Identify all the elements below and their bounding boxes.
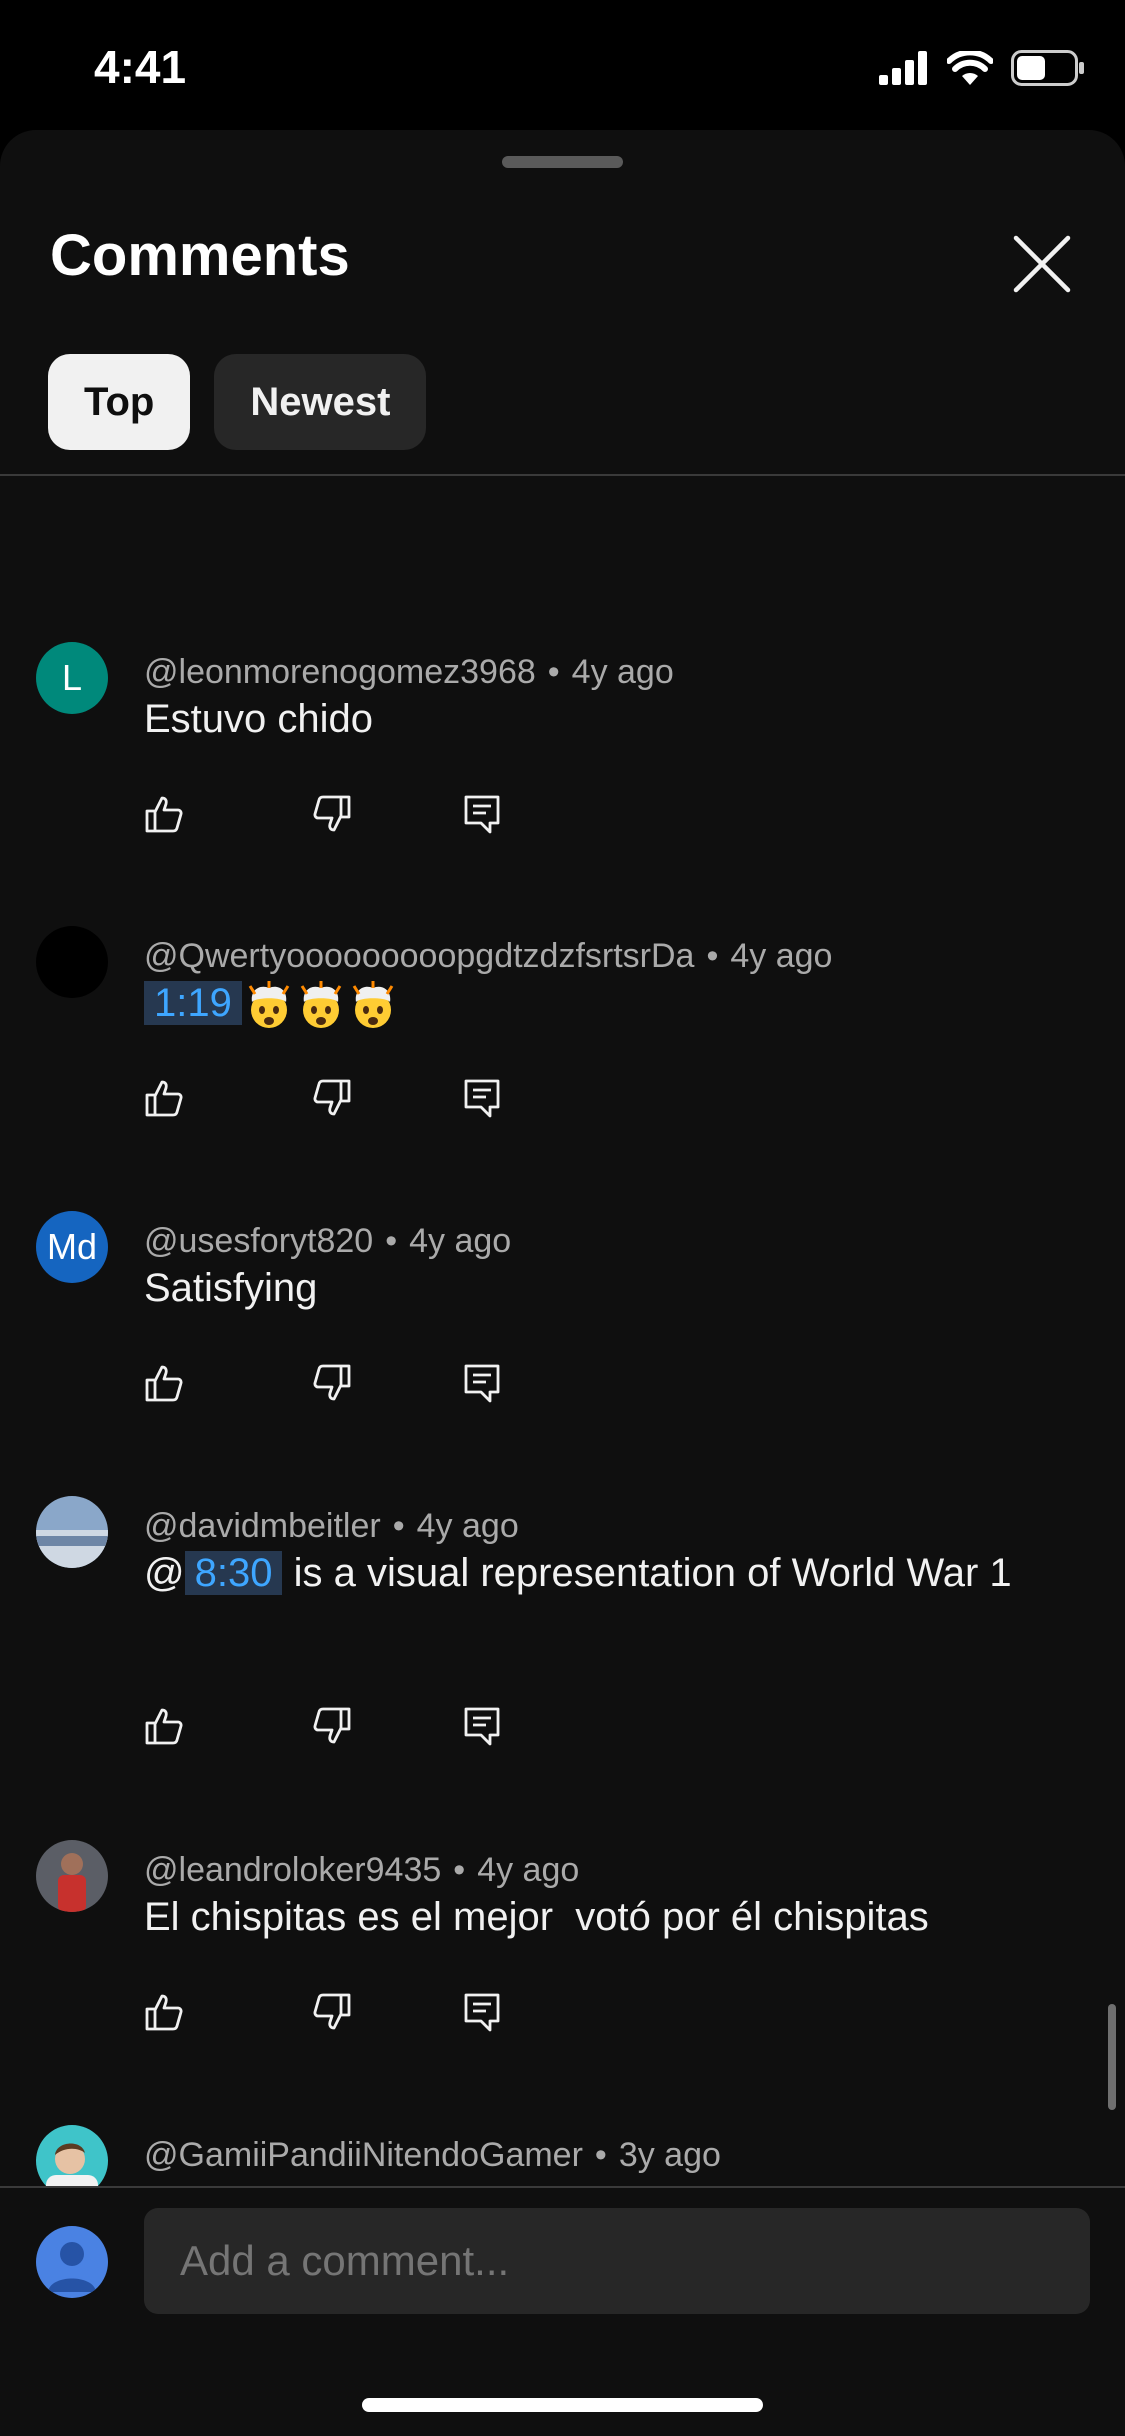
drag-handle[interactable] [502, 156, 623, 168]
like-button[interactable] [144, 794, 312, 834]
dislike-button[interactable] [312, 1992, 462, 2032]
like-button[interactable] [144, 1078, 312, 1118]
separator-dot: • [392, 1506, 405, 1545]
sort-chip-top[interactable]: Top [48, 354, 191, 450]
comment-author[interactable]: @GamiiPandiiNitendoGamer [144, 2136, 583, 2175]
reply-icon [464, 795, 500, 834]
comment-age: 4y ago [416, 1506, 519, 1545]
comment-author[interactable]: @leandroloker9435 [144, 1851, 441, 1890]
reply-button[interactable] [462, 1992, 502, 2032]
comment-text: @8:30 is a visual representation of Worl… [144, 1544, 1014, 1602]
dislike-icon [313, 795, 351, 832]
comment-actions [144, 1982, 502, 2042]
separator-dot: • [385, 1221, 398, 1260]
comment-actions [144, 1068, 502, 1128]
comment-author[interactable]: @usesforyt820 [144, 1222, 373, 1261]
dislike-button[interactable] [312, 1078, 462, 1118]
comment-author[interactable]: @QwertyooooooooopgdtzdzfsrtsrDa [144, 937, 694, 976]
reply-button[interactable] [462, 1078, 502, 1118]
comments-sheet: Comments Top Newest L @leonmorenogomez39… [0, 130, 1125, 2436]
like-button[interactable] [144, 1363, 312, 1403]
comment-actions [144, 1696, 502, 1756]
user-avatar-icon[interactable] [36, 2226, 108, 2298]
status-icons [879, 48, 1085, 91]
comment-actions [144, 1353, 502, 1413]
comment-author[interactable]: @davidmbeitler [144, 1507, 381, 1546]
like-icon [145, 1994, 183, 2031]
sort-chip-newest[interactable]: Newest [214, 354, 427, 450]
exploding-head-emoji [242, 981, 294, 1029]
comment-age: 4y ago [730, 936, 833, 975]
comment-author[interactable]: @leonmorenogomez3968 [144, 653, 536, 692]
comment-age: 4y ago [477, 1850, 580, 1889]
reply-button[interactable] [462, 1363, 502, 1403]
like-button[interactable] [144, 1992, 312, 2032]
signal-icon [879, 50, 929, 90]
comment-actions [144, 784, 502, 844]
like-icon [145, 1080, 183, 1117]
separator-dot: • [706, 936, 719, 975]
comment-text: Satisfying [144, 1266, 318, 1310]
separator-dot: • [453, 1850, 466, 1889]
comment-age: 4y ago [409, 1221, 512, 1260]
close-icon [1013, 235, 1071, 293]
reply-button[interactable] [462, 1706, 502, 1746]
dislike-icon [313, 1707, 351, 1744]
avatar[interactable] [36, 926, 108, 998]
exploding-head-emoji [346, 981, 398, 1029]
avatar-letter: L [61, 657, 83, 698]
timestamp-link[interactable]: 1:19 [144, 981, 242, 1025]
wifi-icon [946, 48, 994, 90]
comment-text: Estuvo chido [144, 697, 374, 741]
separator-dot: • [547, 652, 560, 691]
scrollbar[interactable] [1108, 2004, 1116, 2110]
comment-age: 4y ago [571, 652, 674, 691]
battery-icon [1011, 49, 1085, 91]
timestamp-link[interactable]: 8:30 [184, 1551, 283, 1595]
status-bar: 4:41 [0, 0, 1125, 130]
mention-prefix: @ [144, 1551, 185, 1595]
home-indicator[interactable] [362, 2398, 763, 2412]
exploding-head-emoji [294, 981, 346, 1029]
sheet-title: Comments [50, 223, 350, 288]
reply-icon [464, 1993, 500, 2032]
dislike-button[interactable] [312, 1363, 462, 1403]
avatar-photo [36, 1840, 108, 1912]
avatar-photo [36, 1496, 108, 1568]
comment-text: El chispitas es el mejor votó por él chi… [144, 1895, 929, 1939]
avatar[interactable] [36, 2125, 108, 2186]
comment-text: 1:19 [144, 974, 1014, 1032]
dislike-icon [313, 1993, 351, 2030]
comment-text-suffix: is a visual representation of World War … [282, 1551, 1012, 1595]
avatar-photo [36, 2125, 108, 2186]
avatar[interactable] [36, 1840, 108, 1912]
reply-icon [464, 1707, 500, 1746]
avatar-letter: Md [46, 1226, 97, 1267]
dislike-icon [313, 1079, 351, 1116]
comments-list[interactable]: L @leonmorenogomez3968 • 4y ago Estuvo c… [0, 476, 1125, 2186]
like-icon [145, 796, 183, 833]
dislike-icon [313, 1364, 351, 1401]
close-button[interactable] [1004, 226, 1080, 302]
reply-icon [464, 1079, 500, 1118]
like-icon [145, 1365, 183, 1402]
comment-input[interactable] [144, 2208, 1090, 2314]
avatar[interactable] [36, 1496, 108, 1568]
separator-dot: • [594, 2135, 607, 2174]
dislike-button[interactable] [312, 794, 462, 834]
comment-text: First all I drop the mega knight on the … [144, 2173, 1014, 2186]
like-button[interactable] [144, 1706, 312, 1746]
reply-button[interactable] [462, 794, 502, 834]
reply-icon [464, 1364, 500, 1403]
sort-chips: Top Newest [48, 354, 427, 450]
dislike-button[interactable] [312, 1706, 462, 1746]
status-time: 4:41 [94, 41, 187, 93]
avatar[interactable]: L [36, 642, 108, 714]
avatar[interactable]: Md [36, 1211, 108, 1283]
comment-age: 3y ago [618, 2135, 721, 2174]
like-icon [145, 1708, 183, 1745]
